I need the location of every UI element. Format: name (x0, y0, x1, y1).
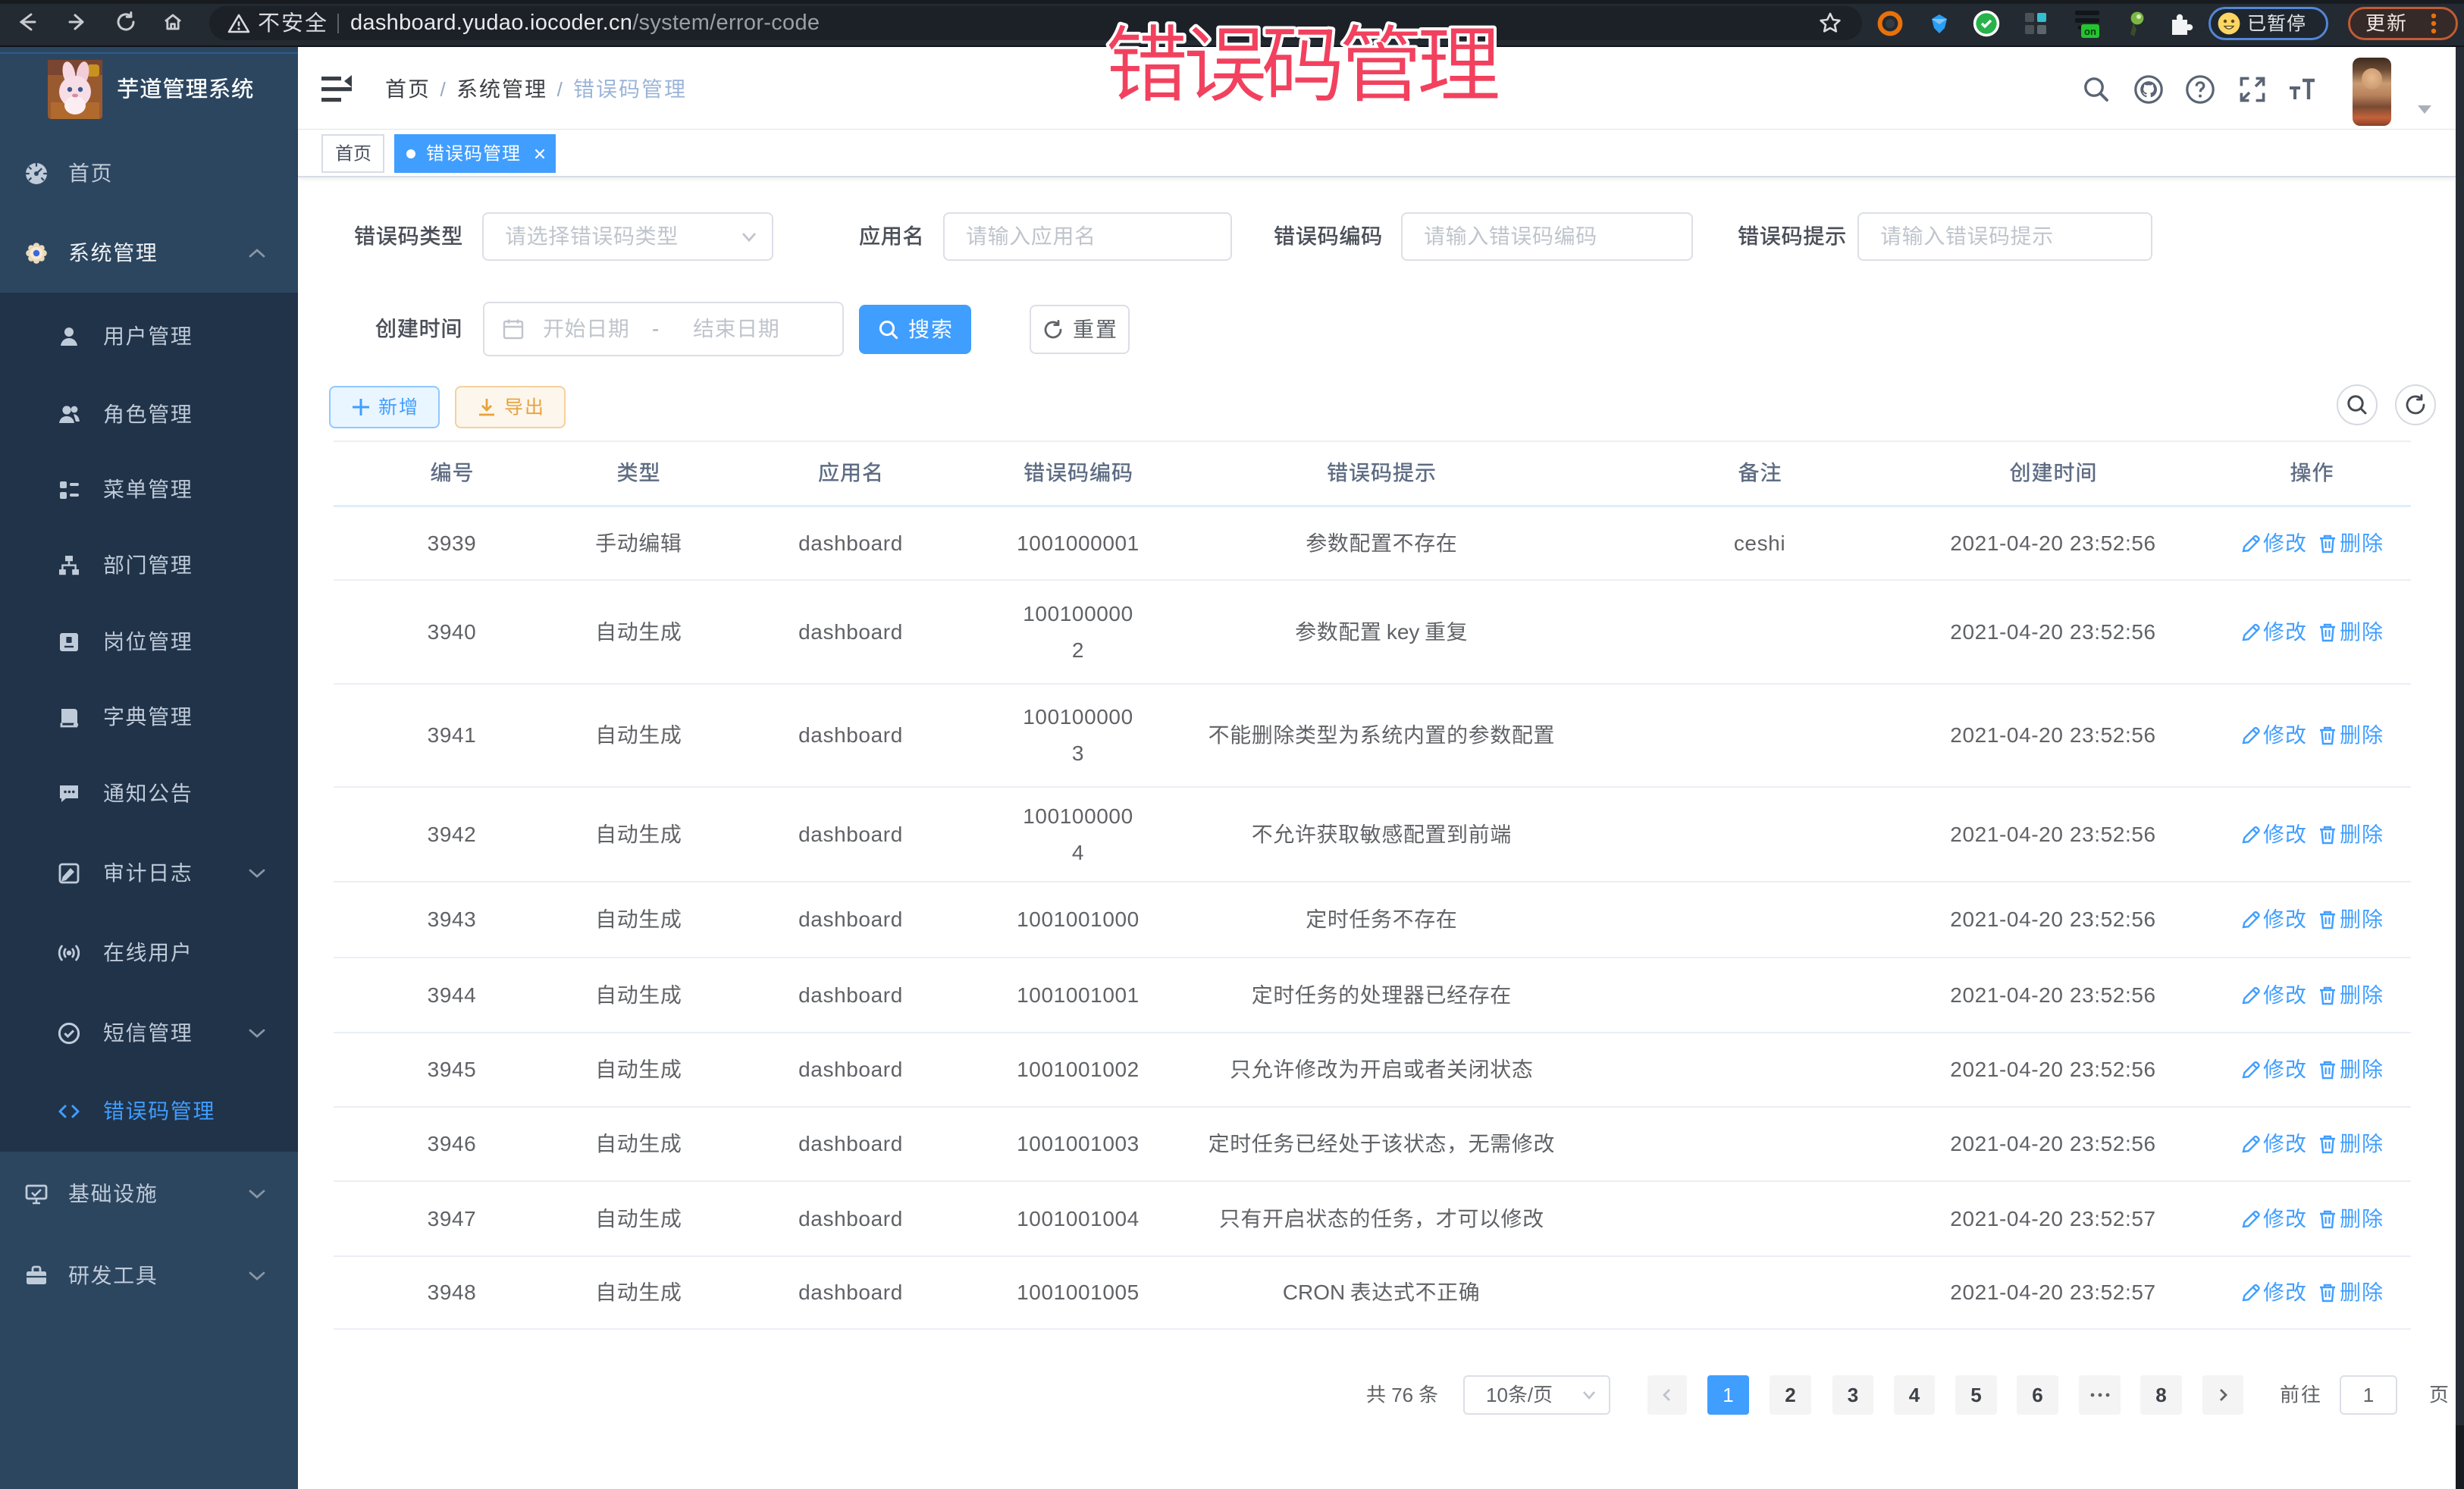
svg-text:on: on (2084, 26, 2096, 37)
